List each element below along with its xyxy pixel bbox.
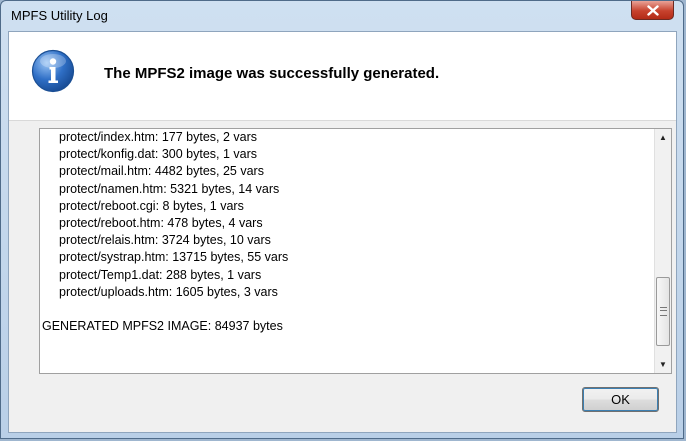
title-bar[interactable]: MPFS Utility Log bbox=[1, 1, 683, 31]
scrollbar-thumb[interactable] bbox=[656, 277, 670, 346]
log-textbox[interactable]: protect/index.htm: 177 bytes, 2 vars pro… bbox=[39, 128, 672, 374]
window-title: MPFS Utility Log bbox=[11, 8, 108, 23]
log-line: protect/namen.htm: 5321 bytes, 14 vars bbox=[59, 181, 280, 196]
close-button[interactable] bbox=[631, 1, 674, 20]
scroll-up-arrow-icon[interactable]: ▲ bbox=[655, 129, 671, 146]
info-icon bbox=[31, 49, 75, 93]
vertical-scrollbar[interactable]: ▲ ▼ bbox=[654, 129, 671, 373]
message-header: The MPFS2 image was successfully generat… bbox=[9, 32, 676, 121]
scroll-down-arrow-icon[interactable]: ▼ bbox=[655, 356, 671, 373]
dialog-client-area: The MPFS2 image was successfully generat… bbox=[8, 31, 677, 433]
log-summary-line: GENERATED MPFS2 IMAGE: 84937 bytes bbox=[42, 319, 283, 334]
log-line: protect/reboot.htm: 478 bytes, 4 vars bbox=[59, 215, 263, 230]
log-content: protect/index.htm: 177 bytes, 2 vars pro… bbox=[40, 129, 653, 373]
log-line: protect/mail.htm: 4482 bytes, 25 vars bbox=[59, 164, 264, 179]
close-icon bbox=[646, 4, 659, 16]
log-line: protect/konfig.dat: 300 bytes, 1 vars bbox=[59, 147, 258, 162]
log-line: protect/systrap.htm: 13715 bytes, 55 var… bbox=[59, 250, 289, 265]
log-line: protect/uploads.htm: 1605 bytes, 3 vars bbox=[59, 284, 278, 299]
log-line: protect/Temp1.dat: 288 bytes, 1 vars bbox=[59, 267, 262, 282]
log-line: protect/index.htm: 177 bytes, 2 vars bbox=[59, 130, 258, 144]
scrollbar-grip-icon bbox=[660, 307, 667, 316]
dialog-window: MPFS Utility Log The MPFS2 image was suc… bbox=[0, 0, 684, 439]
log-line: protect/relais.htm: 3724 bytes, 10 vars bbox=[59, 233, 271, 248]
ok-button[interactable]: OK bbox=[582, 387, 659, 412]
success-message: The MPFS2 image was successfully generat… bbox=[104, 65, 440, 82]
log-line: protect/reboot.cgi: 8 bytes, 1 vars bbox=[59, 198, 244, 213]
